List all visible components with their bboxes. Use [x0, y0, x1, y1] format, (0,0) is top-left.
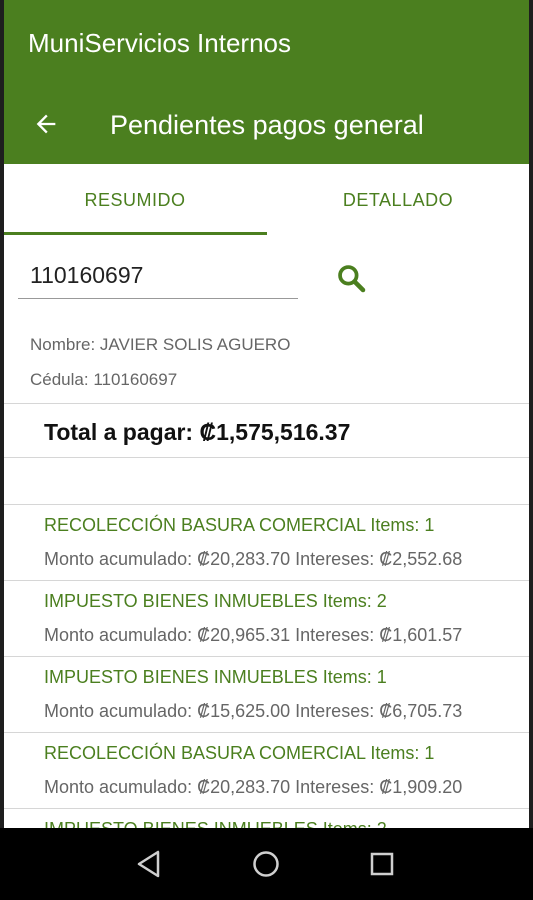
- person-name: Nombre: JAVIER SOLIS AGUERO: [30, 335, 291, 354]
- arrow-left-icon[interactable]: [32, 110, 60, 138]
- item-detail: Monto acumulado: ₡20,965.31 Intereses: ₡…: [44, 625, 463, 645]
- tab-bar: RESUMIDO DETALLADO: [4, 164, 529, 236]
- nav-home-icon[interactable]: [248, 846, 284, 882]
- nav-recents-icon[interactable]: [364, 846, 400, 882]
- total-amount: Total a pagar: ₡1,575,516.37: [44, 419, 351, 445]
- list-item[interactable]: RECOLECCIÓN BASURA COMERCIAL Items: 1 Mo…: [4, 504, 529, 580]
- person-cedula: Cédula: 110160697: [30, 370, 178, 389]
- app-title: MuniServicios Internos: [28, 28, 291, 58]
- item-detail: Monto acumulado: ₡20,283.70 Intereses: ₡…: [44, 549, 463, 569]
- item-title: IMPUESTO BIENES INMUEBLES Items: 1: [44, 667, 387, 687]
- tab-detallado[interactable]: DETALLADO: [267, 164, 529, 236]
- list-item[interactable]: IMPUESTO BIENES INMUEBLES Items: 2 Monto…: [4, 580, 529, 656]
- pending-list: RECOLECCIÓN BASURA COMERCIAL Items: 1 Mo…: [4, 504, 529, 884]
- tab-resumido[interactable]: RESUMIDO: [4, 164, 266, 236]
- item-title: RECOLECCIÓN BASURA COMERCIAL Items: 1: [44, 743, 435, 763]
- tab-indicator: [4, 232, 267, 235]
- cedula-search-input[interactable]: [18, 253, 298, 299]
- item-title: RECOLECCIÓN BASURA COMERCIAL Items: 1: [44, 515, 435, 535]
- screen-title: Pendientes pagos general: [110, 110, 424, 140]
- nav-back-icon[interactable]: [132, 846, 168, 882]
- divider: [4, 457, 529, 458]
- list-item[interactable]: RECOLECCIÓN BASURA COMERCIAL Items: 1 Mo…: [4, 732, 529, 808]
- divider: [4, 403, 529, 404]
- item-title: IMPUESTO BIENES INMUEBLES Items: 2: [44, 591, 387, 611]
- app-screen: MuniServicios Internos Pendientes pagos …: [4, 0, 529, 900]
- list-item[interactable]: IMPUESTO BIENES INMUEBLES Items: 1 Monto…: [4, 656, 529, 732]
- item-detail: Monto acumulado: ₡20,283.70 Intereses: ₡…: [44, 777, 463, 797]
- search-icon[interactable]: [335, 262, 367, 294]
- item-detail: Monto acumulado: ₡15,625.00 Intereses: ₡…: [44, 701, 463, 721]
- app-bar: MuniServicios Internos Pendientes pagos …: [4, 0, 529, 164]
- system-nav-bar: [0, 828, 533, 900]
